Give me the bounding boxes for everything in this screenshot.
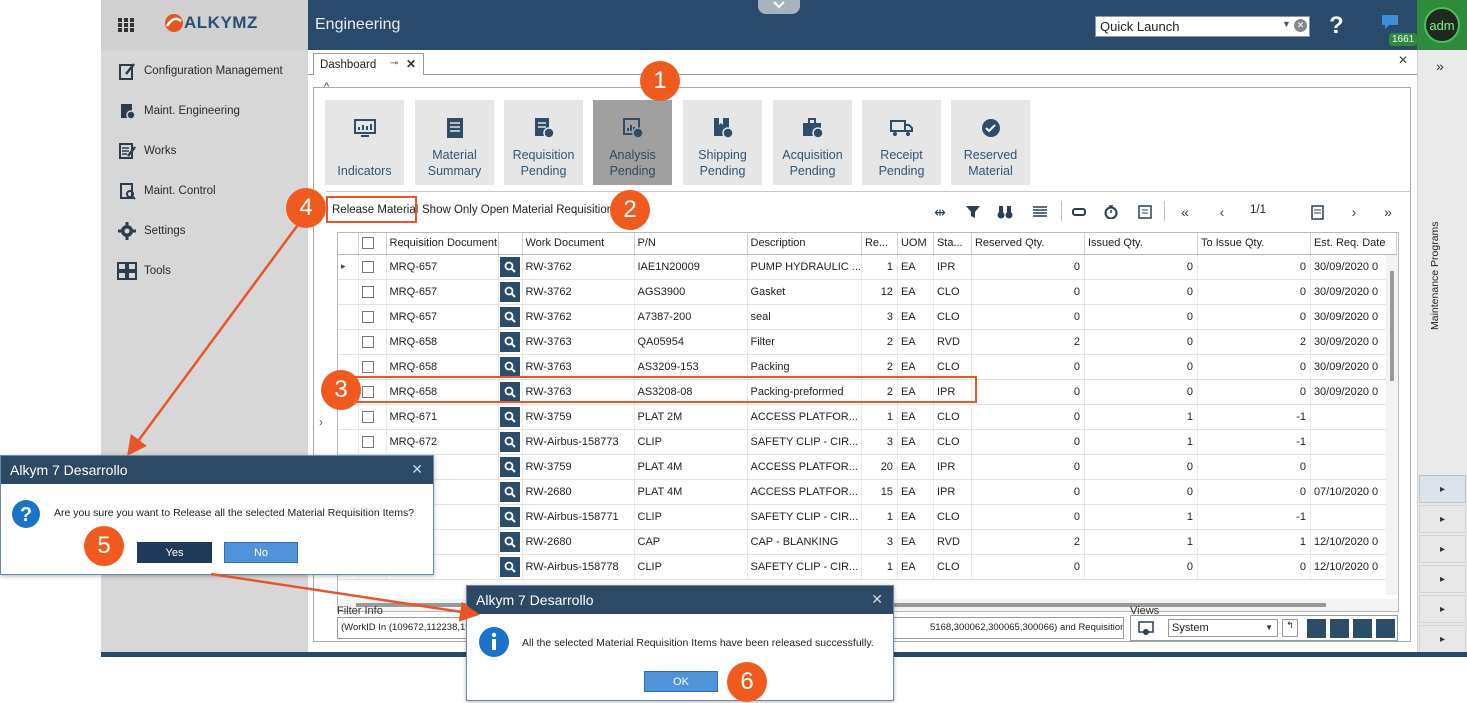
step-badge-1: 1 (640, 61, 680, 101)
step-badge-3: 3 (321, 370, 361, 410)
step-badge-4: 4 (286, 188, 326, 228)
step-badge-2: 2 (610, 190, 650, 230)
step-badge-5: 5 (84, 526, 124, 566)
step-badge-6: 6 (727, 662, 767, 702)
annotation-arrows (127, 221, 480, 622)
